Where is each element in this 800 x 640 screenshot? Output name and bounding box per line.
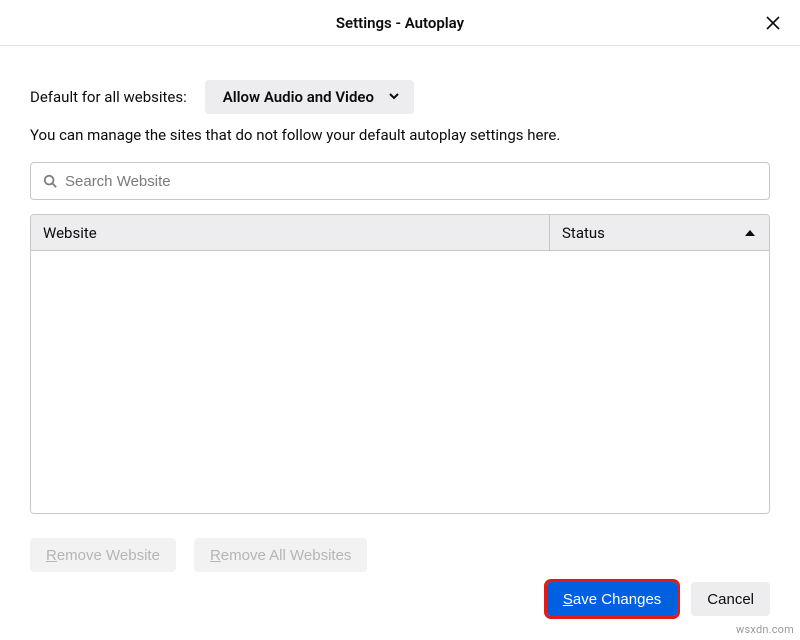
column-header-website[interactable]: Website — [31, 215, 549, 250]
close-button[interactable] — [758, 8, 788, 38]
description-text: You can manage the sites that do not fol… — [30, 126, 770, 144]
default-dropdown[interactable]: Allow Audio and Video — [205, 80, 414, 114]
actions-right: Save Changes Cancel — [547, 582, 770, 616]
dialog-title: Settings - Autoplay — [336, 14, 464, 32]
remove-website-button[interactable]: Remove Website — [30, 538, 176, 572]
search-input[interactable] — [65, 173, 757, 190]
sort-ascending-icon — [745, 230, 755, 236]
dialog-titlebar: Settings - Autoplay — [0, 0, 800, 46]
column-header-status[interactable]: Status — [549, 215, 769, 250]
website-table: Website Status — [30, 214, 770, 514]
chevron-down-icon — [388, 88, 400, 106]
search-field-wrap[interactable] — [30, 162, 770, 200]
cancel-button[interactable]: Cancel — [691, 582, 770, 616]
watermark-text: wsxdn.com — [736, 623, 794, 636]
dropdown-value: Allow Audio and Video — [223, 88, 374, 106]
close-icon — [764, 14, 782, 32]
table-header: Website Status — [31, 215, 769, 251]
default-row: Default for all websites: Allow Audio an… — [30, 80, 770, 114]
search-icon — [43, 174, 57, 188]
dialog-content: Default for all websites: Allow Audio an… — [0, 46, 800, 572]
default-label: Default for all websites: — [30, 88, 187, 106]
remove-all-websites-button[interactable]: Remove All Websites — [194, 538, 367, 572]
actions-left: Remove Website Remove All Websites — [30, 538, 770, 572]
table-body — [31, 251, 769, 513]
save-changes-button[interactable]: Save Changes — [547, 582, 677, 616]
